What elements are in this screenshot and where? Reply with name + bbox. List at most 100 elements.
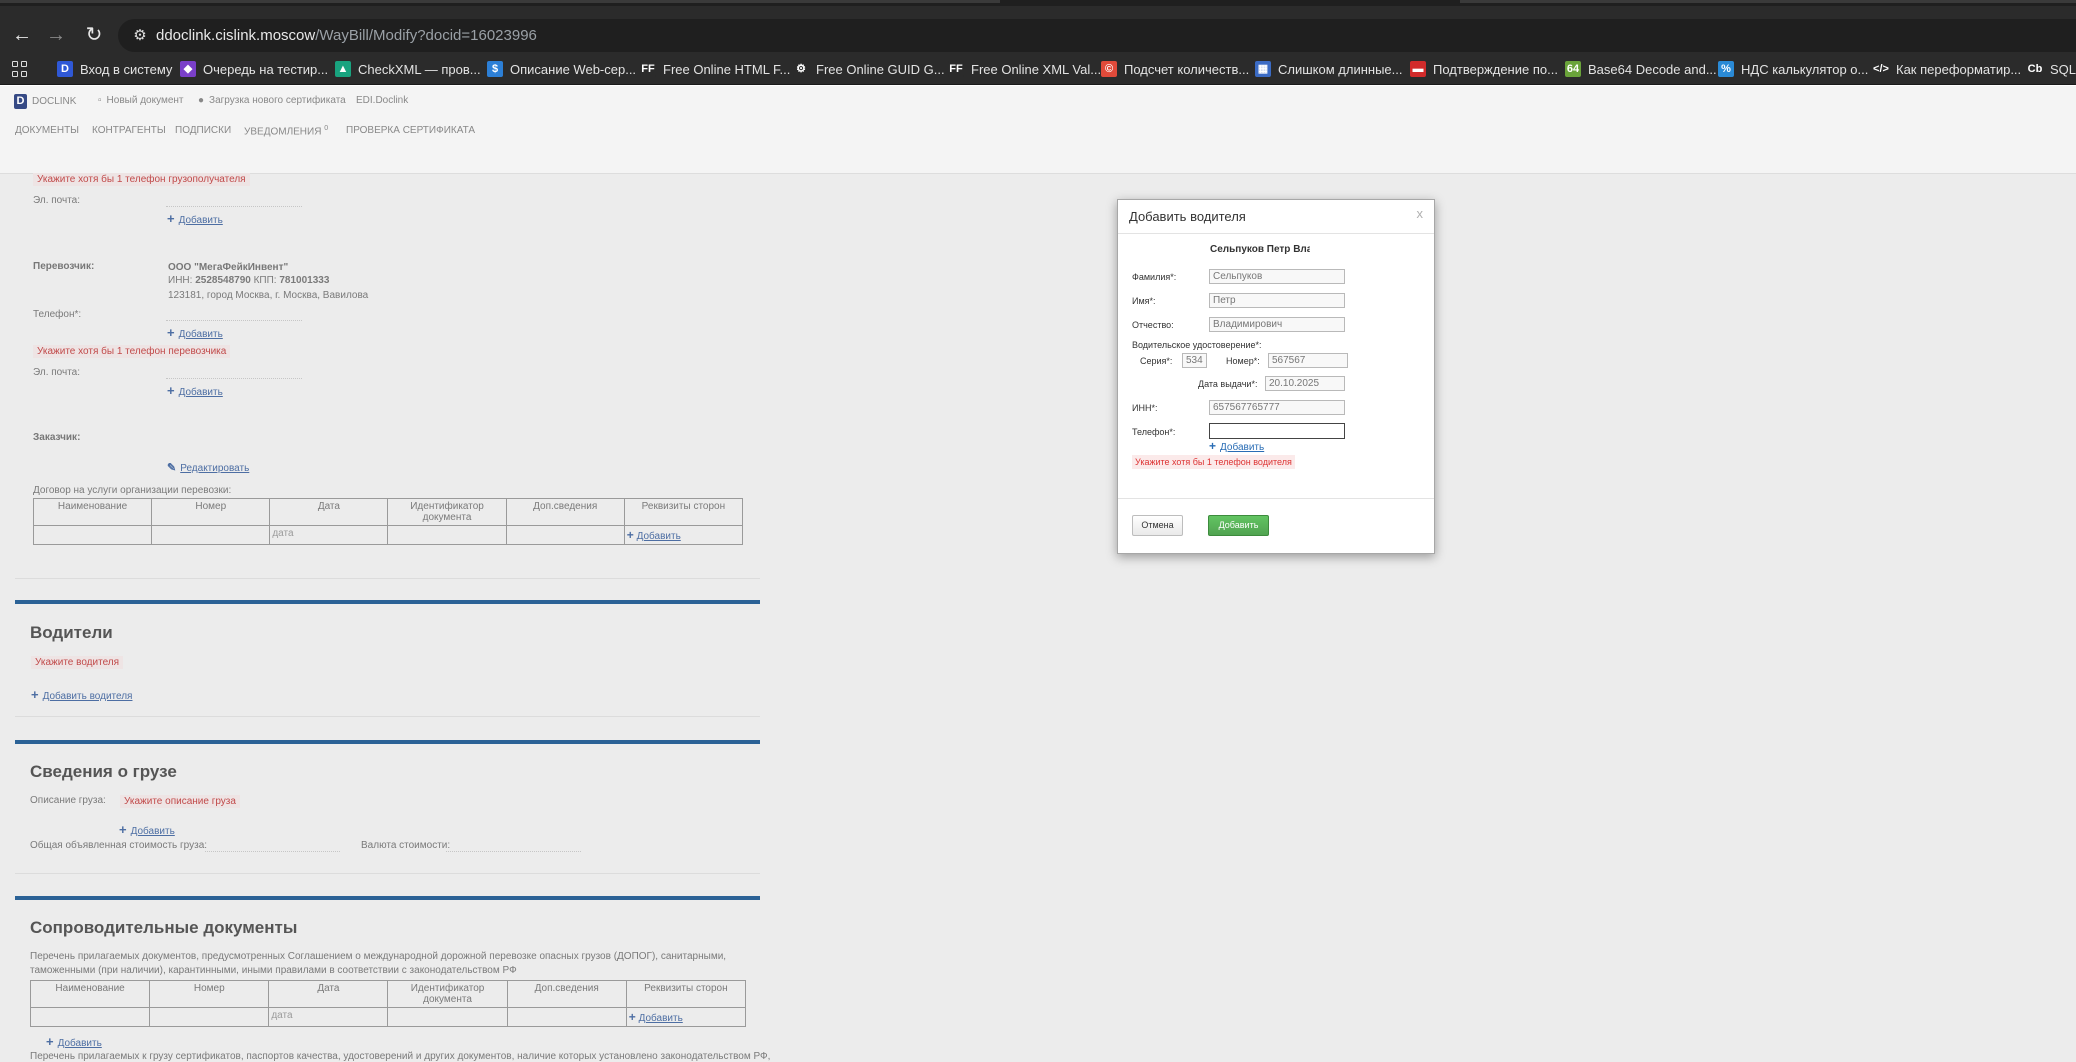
phone-field[interactable] xyxy=(1209,423,1345,439)
surname-label: Фамилия*: xyxy=(1132,272,1177,282)
bookmark-favicon-icon: ▦ xyxy=(1255,61,1271,77)
menu-certificate-check[interactable]: ПРОВЕРКА СЕРТИФИКАТА xyxy=(346,125,475,136)
surname-field[interactable]: Сельпуков xyxy=(1209,269,1345,284)
name-field[interactable]: Петр xyxy=(1209,293,1345,308)
bookmark-item[interactable]: % НДС калькулятор о... xyxy=(1718,53,1868,85)
bookmark-label: Подтверждение по... xyxy=(1433,61,1558,77)
name-label: Имя*: xyxy=(1132,296,1156,306)
inn-field[interactable]: 657567765777 xyxy=(1209,400,1345,415)
add-doc-link[interactable]: Добавить xyxy=(639,1013,683,1024)
table-header-row: Наименование Номер Дата Идентификатор до… xyxy=(29,980,747,1008)
bookmark-favicon-icon: 64 xyxy=(1565,61,1581,77)
cell-date[interactable]: дата xyxy=(269,525,389,545)
cell-add[interactable]: + Добавить xyxy=(625,1007,747,1027)
reload-icon[interactable]: ↻ xyxy=(82,23,106,47)
forward-icon[interactable]: → xyxy=(44,23,68,47)
modal-title: Добавить водителя xyxy=(1129,209,1246,224)
add-driver-link[interactable]: + Добавить водителя xyxy=(31,687,132,702)
patronymic-label: Отчество: xyxy=(1132,320,1174,330)
edit-customer-link[interactable]: ✎ Редактировать xyxy=(167,461,249,474)
modal-header: Добавить водителя x xyxy=(1118,200,1434,234)
add-consignee-email-link[interactable]: + Добавить xyxy=(167,211,223,226)
series-field[interactable]: 534 xyxy=(1182,353,1207,368)
cell-number[interactable] xyxy=(149,1007,270,1027)
cell-add[interactable]: + Добавить xyxy=(623,525,744,545)
carrier-address: 123181, город Москва, г. Москва, Вавилов… xyxy=(168,290,369,301)
bookmark-label: Подсчет количеств... xyxy=(1124,61,1250,77)
cargo-desc-error: Укажите описание груза xyxy=(120,795,240,808)
bookmark-item[interactable]: FF Free Online HTML F... xyxy=(640,53,790,85)
cell-extra[interactable] xyxy=(505,525,625,545)
col-requisites: Реквизиты сторон xyxy=(623,498,744,526)
upload-certificate-link[interactable]: ● Загрузка нового сертификата xyxy=(198,95,346,106)
bookmark-item[interactable]: ▲ CheckXML — пров... xyxy=(335,53,481,85)
close-icon[interactable]: x xyxy=(1417,206,1424,221)
doclink-logo-icon: D xyxy=(14,94,27,109)
carrier-phone-field[interactable] xyxy=(166,320,302,321)
consignee-email-field[interactable] xyxy=(166,206,302,207)
carrier-email-label: Эл. почта: xyxy=(33,367,81,378)
apps-grid-icon[interactable] xyxy=(12,61,28,77)
issue-date-label: Дата выдачи*: xyxy=(1198,379,1258,389)
plus-icon: + xyxy=(626,528,634,542)
url-text[interactable]: ddoclink.cislink.moscow/WayBill/Modify?d… xyxy=(156,27,537,44)
menu-documents[interactable]: ДОКУМЕНТЫ xyxy=(15,125,79,136)
bookmark-item[interactable]: © Подсчет количеств... xyxy=(1101,53,1249,85)
back-icon[interactable]: ← xyxy=(10,23,34,47)
new-document-link[interactable]: ▫ Новый документ xyxy=(98,95,184,106)
docs-description-3: Перечень прилагаемых к грузу сертификато… xyxy=(30,1051,771,1062)
bookmark-item[interactable]: ▬ Подтверждение по... xyxy=(1410,53,1558,85)
carrier-email-field[interactable] xyxy=(166,378,302,379)
add-phone-link[interactable]: + Добавить xyxy=(1209,439,1264,453)
bookmark-item[interactable]: ⚙ Free Online GUID G... xyxy=(793,53,945,85)
cell-doc-id[interactable] xyxy=(387,525,507,545)
edi-doclink-link[interactable]: EDI.Doclink xyxy=(356,95,408,106)
bookmark-item[interactable]: D Вход в систему xyxy=(57,53,172,85)
issue-date-field[interactable]: 20.10.2025 xyxy=(1265,376,1345,391)
bookmark-item[interactable]: </> Как переформатир... xyxy=(1873,53,2021,85)
url-field[interactable]: ⚙ ddoclink.cislink.moscow/WayBill/Modify… xyxy=(118,19,2076,52)
bookmark-favicon-icon: ◆ xyxy=(180,61,196,77)
currency-field[interactable] xyxy=(446,851,581,852)
docs-description: Перечень прилагаемых документов, предусм… xyxy=(30,951,727,962)
add-driver-submit-button[interactable]: Добавить xyxy=(1208,515,1269,536)
cell-number[interactable] xyxy=(151,525,271,545)
add-carrier-email-link[interactable]: + Добавить xyxy=(167,383,223,398)
bookmark-label: CheckXML — пров... xyxy=(358,61,481,77)
cell-name[interactable] xyxy=(29,1007,151,1027)
cell-date[interactable]: дата xyxy=(268,1007,389,1027)
cargo-desc-label: Описание груза: xyxy=(30,795,106,806)
carrier-name: ООО "МегаФейкИнвент" xyxy=(168,262,289,273)
bookmark-item[interactable]: 64 Base64 Decode and... xyxy=(1565,53,1717,85)
consignee-phone-error: Укажите хотя бы 1 телефон грузополучател… xyxy=(33,173,250,186)
add-contract-link[interactable]: Добавить xyxy=(637,531,681,542)
plus-icon: + xyxy=(167,211,175,226)
menu-subscriptions[interactable]: ПОДПИСКИ xyxy=(175,125,231,136)
col-doc-id: Идентификатор документа xyxy=(387,498,507,526)
number-field[interactable]: 567567 xyxy=(1268,353,1348,368)
bookmark-label: SQL F xyxy=(2050,61,2076,77)
cell-name[interactable] xyxy=(32,525,153,545)
bookmark-favicon-icon: D xyxy=(57,61,73,77)
cancel-button[interactable]: Отмена xyxy=(1132,515,1183,536)
cargo-title: Сведения о грузе xyxy=(30,762,177,781)
bookmark-item[interactable]: $ Описание Web-сер... xyxy=(487,53,636,85)
brand[interactable]: D DOCLINK xyxy=(14,94,76,109)
add-driver-modal: Добавить водителя x Сельпуков Петр Влади… xyxy=(1117,199,1435,554)
bookmark-item[interactable]: Cb SQL F xyxy=(2027,53,2076,85)
bookmark-item[interactable]: FF Free Online XML Val... xyxy=(948,53,1101,85)
bookmark-label: Free Online GUID G... xyxy=(816,61,945,77)
add-cargo-desc-link[interactable]: + Добавить xyxy=(119,822,175,837)
bookmark-item[interactable]: ▦ Слишком длинные... xyxy=(1255,53,1402,85)
page-content: D DOCLINK ▫ Новый документ ● Загрузка ново… xyxy=(0,86,2076,1062)
bookmark-item[interactable]: ◆ Очередь на тестир... xyxy=(180,53,328,85)
cargo-value-field[interactable] xyxy=(205,851,340,852)
cell-doc-id[interactable] xyxy=(387,1007,508,1027)
cell-extra[interactable] xyxy=(506,1007,627,1027)
site-info-icon[interactable]: ⚙ xyxy=(129,25,151,47)
patronymic-field[interactable]: Владимирович xyxy=(1209,317,1345,332)
menu-notifications[interactable]: УВЕДОМЛЕНИЯ 0 xyxy=(244,125,328,137)
add-carrier-phone-link[interactable]: + Добавить xyxy=(167,325,223,340)
menu-contractors[interactable]: КОНТРАГЕНТЫ xyxy=(92,125,166,136)
add-docs-link[interactable]: + Добавить xyxy=(46,1034,102,1049)
